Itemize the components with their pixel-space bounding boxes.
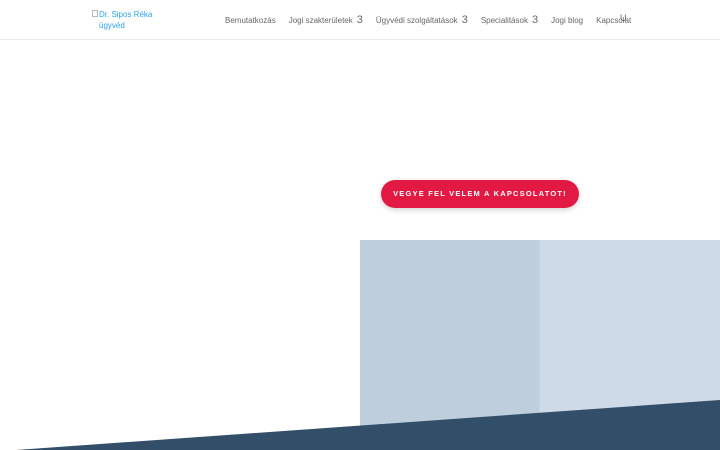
hero-image-left: [360, 240, 540, 450]
nav-item-jogi-szakteruletek[interactable]: Jogi szakterületek 3: [288, 13, 363, 26]
chevron-down-icon: 3: [461, 13, 468, 26]
site-header: Dr. Sipos Réka ügyvéd Bemutatkozás Jogi …: [0, 0, 720, 40]
nav-item-label: Bemutatkozás: [225, 15, 276, 25]
logo-alt-text: Dr. Sipos Réka ügyvéd: [99, 10, 153, 30]
nav-item-ugyvedi-szolgaltatasok[interactable]: Ügyvédi szolgáltatások 3: [375, 13, 468, 26]
nav-item-label: Jogi szakterületek: [288, 15, 353, 25]
nav-item-label: Specialitások: [480, 15, 528, 25]
nav-item-jogi-blog[interactable]: Jogi blog: [551, 16, 583, 25]
hero-image-right: [540, 240, 720, 450]
chevron-down-icon: 3: [356, 13, 363, 26]
broken-image-icon: [92, 10, 98, 17]
nav-item-bemutatkozas[interactable]: Bemutatkozás: [225, 16, 276, 25]
main-nav: Bemutatkozás Jogi szakterületek 3 Ügyvéd…: [225, 12, 642, 28]
nav-item-label: Jogi blog: [551, 15, 584, 25]
chevron-down-icon: 3: [531, 13, 539, 26]
nav-item-specialitasok[interactable]: Specialitások 3: [480, 13, 539, 26]
page: Dr. Sipos Réka ügyvéd Bemutatkozás Jogi …: [0, 0, 720, 450]
logo-link[interactable]: Dr. Sipos Réka ügyvéd: [92, 9, 162, 31]
nav-item-label: Ügyvédi szolgáltatások: [375, 15, 458, 25]
search-icon[interactable]: U: [620, 13, 627, 23]
hero-image-divider: [539, 240, 540, 450]
contact-cta-button[interactable]: VEGYE FEL VELEM A KAPCSOLATOT!: [381, 180, 579, 208]
